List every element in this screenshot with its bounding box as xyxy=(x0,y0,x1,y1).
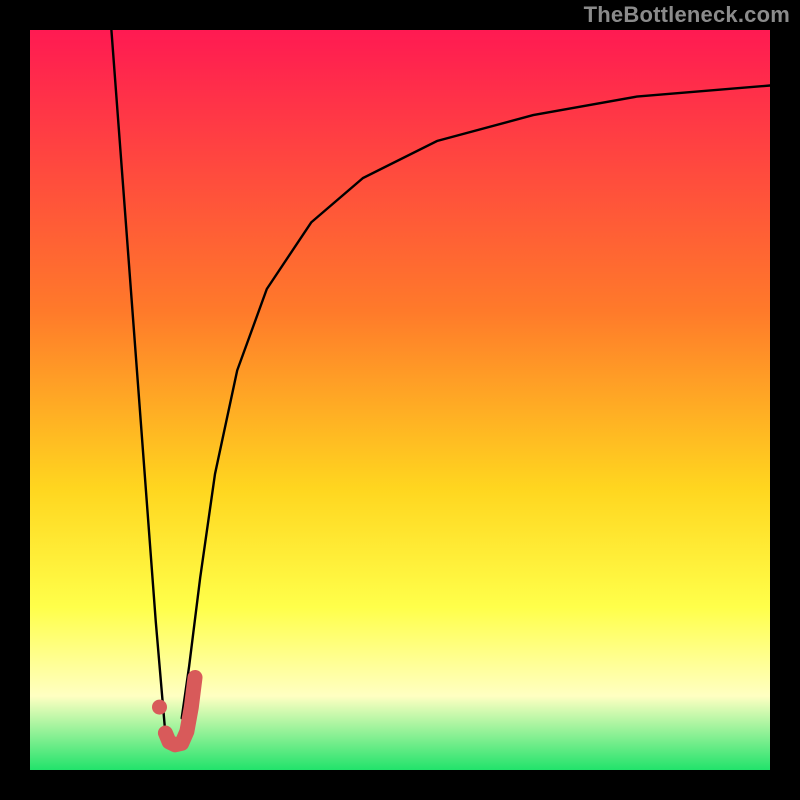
watermark-text: TheBottleneck.com xyxy=(584,2,790,28)
chart-stage: TheBottleneck.com xyxy=(0,0,800,800)
chart-svg xyxy=(0,0,800,800)
j-marker-dot xyxy=(152,700,167,715)
plot-area xyxy=(30,30,770,770)
